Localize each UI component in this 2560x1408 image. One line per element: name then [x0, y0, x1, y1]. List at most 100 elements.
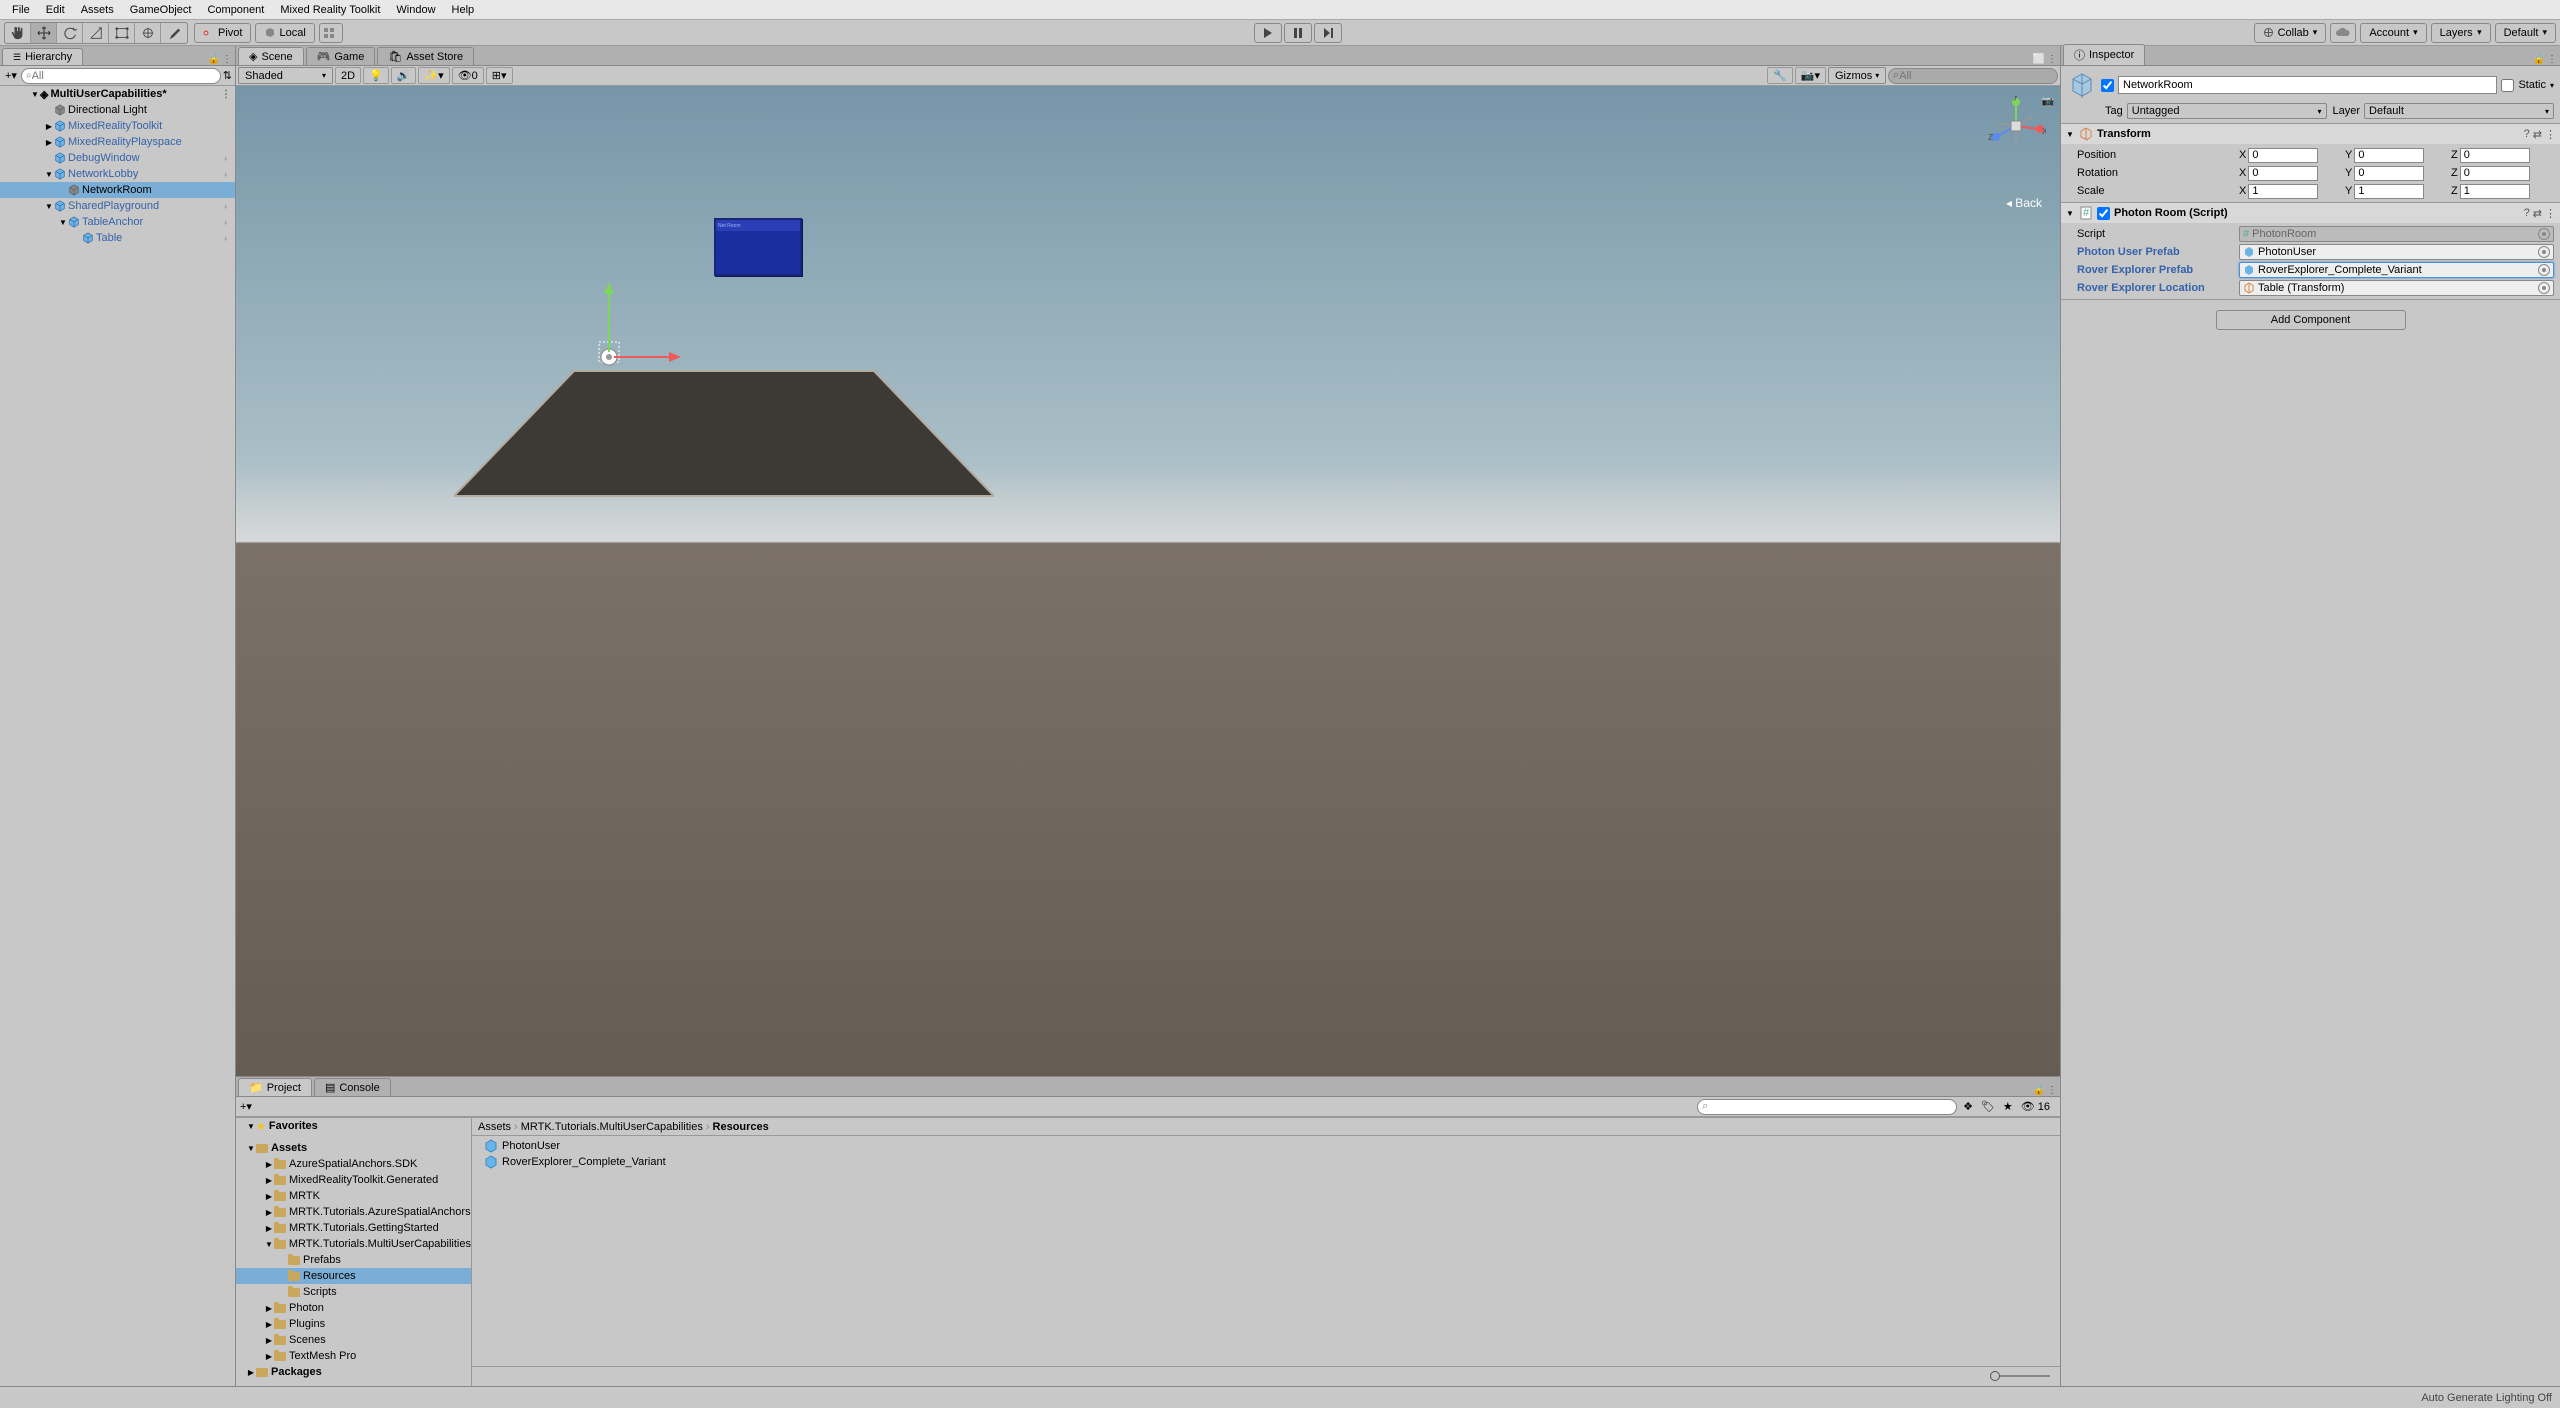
asset-store-tab[interactable]: 🛍Asset Store	[377, 47, 474, 65]
preset-icon[interactable]: ⇄	[2533, 128, 2542, 141]
assets-root[interactable]: ▼Assets	[236, 1140, 471, 1156]
context-menu-icon[interactable]: ⋮	[2047, 54, 2057, 65]
object-field[interactable]: RoverExplorer_Complete_Variant	[2239, 262, 2554, 278]
folder-item[interactable]: Resources	[236, 1268, 471, 1284]
folder-item[interactable]: ▶AzureSpatialAnchors.SDK	[236, 1156, 471, 1172]
hierarchy-item[interactable]: DebugWindow›	[0, 150, 235, 166]
foldout-icon[interactable]: ▶	[264, 1208, 274, 1217]
object-picker-icon[interactable]	[2538, 282, 2550, 294]
hierarchy-item[interactable]: Table›	[0, 230, 235, 246]
menu-window[interactable]: Window	[388, 4, 443, 16]
hierarchy-item[interactable]: ▼SharedPlayground›	[0, 198, 235, 214]
hierarchy-search[interactable]: ⌕	[21, 68, 221, 84]
help-icon[interactable]: ?	[2524, 207, 2530, 220]
grid-snap[interactable]	[319, 23, 343, 43]
z-input[interactable]	[2460, 148, 2530, 163]
object-picker-icon[interactable]	[2538, 246, 2550, 258]
scene-search[interactable]: ⌕	[1888, 68, 2058, 84]
open-prefab-icon[interactable]: ›	[224, 217, 231, 227]
object-field[interactable]: Table (Transform)	[2239, 280, 2554, 296]
foldout-icon[interactable]: ▼	[44, 202, 54, 211]
save-search-icon[interactable]: ★	[2000, 1100, 2016, 1113]
breadcrumb-item[interactable]: Assets	[478, 1121, 511, 1133]
object-picker-icon[interactable]	[2538, 264, 2550, 276]
menu-assets[interactable]: Assets	[73, 4, 122, 16]
fx-toggle[interactable]: ✨▾	[418, 67, 449, 84]
object-field[interactable]: PhotonUser	[2239, 244, 2554, 260]
local-toggle[interactable]: Local	[255, 23, 314, 43]
folder-item[interactable]: ▶Photon	[236, 1300, 471, 1316]
hand-tool[interactable]	[5, 23, 31, 43]
scene-tab[interactable]: ◈Scene	[238, 47, 304, 65]
cloud-button[interactable]	[2330, 23, 2356, 43]
z-input[interactable]	[2460, 166, 2530, 181]
breadcrumb-item[interactable]: MRTK.Tutorials.MultiUserCapabilities	[521, 1121, 703, 1133]
scene-search-input[interactable]	[1899, 70, 2053, 82]
menu-edit[interactable]: Edit	[38, 4, 73, 16]
static-toggle[interactable]	[2501, 79, 2514, 92]
folder-item[interactable]: ▶MRTK.Tutorials.AzureSpatialAnchors	[236, 1204, 471, 1220]
folder-item[interactable]: ▶Plugins	[236, 1316, 471, 1332]
rotate-tool[interactable]	[57, 23, 83, 43]
foldout-icon[interactable]: ▶	[264, 1224, 274, 1233]
menu-help[interactable]: Help	[444, 4, 483, 16]
open-prefab-icon[interactable]: ›	[224, 233, 231, 243]
foldout-icon[interactable]: ▶	[264, 1176, 274, 1185]
lighting-status[interactable]: Auto Generate Lighting Off	[2421, 1392, 2552, 1404]
menu-gameobject[interactable]: GameObject	[122, 4, 200, 16]
account-dropdown[interactable]: Account	[2360, 23, 2426, 43]
shading-mode[interactable]: Shaded	[238, 67, 333, 84]
create-dropdown[interactable]: +▾	[3, 69, 19, 82]
help-icon[interactable]: ?	[2524, 128, 2530, 141]
inspector-tab[interactable]: ⓘInspector	[2063, 44, 2145, 65]
scale-tool[interactable]	[83, 23, 109, 43]
context-menu-icon[interactable]: ⋮	[2545, 128, 2556, 141]
lighting-toggle[interactable]: 💡	[363, 67, 389, 84]
2d-toggle[interactable]: 2D	[335, 67, 361, 84]
scene-viewport[interactable]: 📷 y x z	[236, 86, 2060, 1076]
transform-header[interactable]: ▼ Transform ?⇄⋮	[2061, 124, 2560, 144]
hierarchy-search-input[interactable]	[32, 70, 216, 82]
context-menu-icon[interactable]: ⋮	[2545, 207, 2556, 220]
step-button[interactable]	[1314, 23, 1342, 43]
menu-file[interactable]: File	[4, 4, 38, 16]
favorites-row[interactable]: ▼★Favorites	[236, 1118, 471, 1134]
maximize-icon[interactable]: ⬜	[2033, 54, 2045, 65]
hierarchy-item[interactable]: ▼NetworkLobby›	[0, 166, 235, 182]
y-input[interactable]	[2354, 184, 2424, 199]
layer-dropdown[interactable]: Default	[2364, 103, 2554, 119]
foldout-icon[interactable]: ▶	[264, 1352, 274, 1361]
gizmos-dropdown[interactable]: Gizmos	[1828, 67, 1886, 84]
foldout-icon[interactable]: ▶	[44, 138, 54, 147]
lock-icon[interactable]: 🔒	[208, 54, 220, 65]
folder-item[interactable]: ▶MRTK	[236, 1188, 471, 1204]
lock-icon[interactable]: 🔒	[2033, 1085, 2045, 1096]
foldout-icon[interactable]: ▶	[264, 1192, 274, 1201]
gameobject-active-toggle[interactable]	[2101, 79, 2114, 92]
hierarchy-item[interactable]: Directional Light	[0, 102, 235, 118]
rect-tool[interactable]	[109, 23, 135, 43]
open-prefab-icon[interactable]: ›	[224, 153, 231, 163]
thumbnail-size-slider[interactable]	[1990, 1371, 2050, 1381]
foldout-icon[interactable]: ▼	[30, 90, 40, 99]
game-tab[interactable]: 🎮Game	[306, 47, 376, 65]
camera-icon[interactable]: 📷▾	[1795, 67, 1826, 84]
scene-row[interactable]: ▼ ◈ MultiUserCapabilities* ⋮	[0, 86, 235, 102]
audio-toggle[interactable]: 🔊	[391, 67, 417, 84]
foldout-icon[interactable]: ▼	[58, 218, 68, 227]
y-input[interactable]	[2354, 166, 2424, 181]
menu-component[interactable]: Component	[199, 4, 272, 16]
foldout-icon[interactable]: ▶	[264, 1304, 274, 1313]
open-prefab-icon[interactable]: ›	[224, 201, 231, 211]
foldout-icon[interactable]: ▶	[44, 122, 54, 131]
preset-icon[interactable]: ⇄	[2533, 207, 2542, 220]
layout-dropdown[interactable]: Default	[2495, 23, 2556, 43]
x-input[interactable]	[2248, 148, 2318, 163]
orientation-gizmo[interactable]: y x z	[1986, 96, 2046, 156]
hidden-toggle[interactable]: 👁 0	[452, 67, 484, 84]
hierarchy-item[interactable]: ▶MixedRealityToolkit	[0, 118, 235, 134]
hierarchy-item[interactable]: NetworkRoom	[0, 182, 235, 198]
breadcrumb-item[interactable]: Resources	[713, 1121, 769, 1133]
create-menu[interactable]: +▾	[240, 1100, 252, 1113]
project-search[interactable]: ⌕	[1697, 1099, 1957, 1115]
